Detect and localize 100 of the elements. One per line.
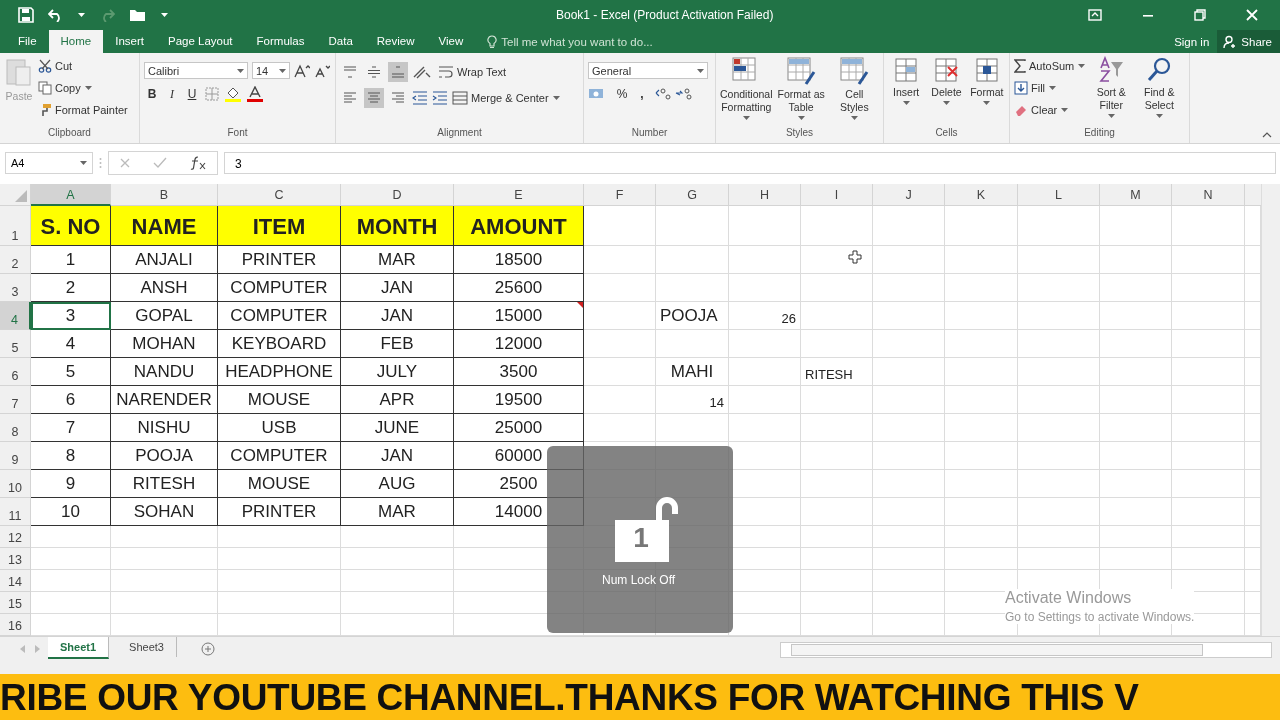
table-cell: JAN — [341, 302, 454, 330]
percent-button[interactable]: % — [614, 85, 630, 103]
column-header[interactable]: L — [1018, 184, 1100, 206]
column-header[interactable]: B — [111, 184, 218, 206]
underline-button[interactable]: U — [184, 85, 200, 103]
wrap-text-button[interactable]: Wrap Text — [438, 62, 507, 82]
table-cell: 1 — [31, 246, 111, 274]
row-header[interactable]: 10 — [0, 470, 31, 498]
group-label: Font — [226, 127, 249, 140]
sort-filter-button[interactable]: Sort & Filter — [1089, 56, 1134, 127]
font-size-field[interactable]: 14 — [252, 62, 290, 79]
fill-button[interactable]: Fill — [1014, 78, 1046, 97]
column-header[interactable]: K — [945, 184, 1018, 206]
group-label: Number — [630, 127, 669, 140]
tell-me-field[interactable]: Tell me what you want to do... — [501, 35, 702, 48]
row-header[interactable]: 11 — [0, 498, 31, 526]
row-header[interactable]: 13 — [0, 548, 31, 570]
cells-button[interactable]: Format — [968, 56, 1005, 127]
comma-button[interactable]: , — [634, 85, 650, 103]
table-cell: GOPAL — [111, 302, 218, 330]
bold-button[interactable]: B — [144, 85, 160, 103]
column-header[interactable]: H — [729, 184, 801, 206]
table-cell: JAN — [341, 274, 454, 302]
row-header[interactable]: 7 — [0, 386, 31, 414]
ribbon-tab[interactable]: View — [426, 30, 476, 53]
column-header[interactable]: M — [1100, 184, 1172, 206]
row-header[interactable]: 2 — [0, 246, 31, 274]
group-label: Cells — [934, 127, 959, 140]
row-header[interactable]: 5 — [0, 330, 31, 358]
table-cell: MOUSE — [218, 386, 341, 414]
ribbon-tab[interactable]: Insert — [103, 30, 156, 53]
table-cell: ITEM — [218, 206, 341, 246]
styles-button[interactable]: Format as Table — [776, 56, 826, 127]
row-header[interactable]: 3 — [0, 274, 31, 302]
table-cell: 2 — [31, 274, 111, 302]
table-cell: APR — [341, 386, 454, 414]
formula-field[interactable]: 3 — [224, 152, 1276, 174]
column-header[interactable]: D — [341, 184, 454, 206]
ribbon-tab[interactable]: Home — [48, 30, 104, 53]
styles-button[interactable]: Conditional Formatting — [720, 56, 773, 127]
cells-button[interactable]: Delete — [928, 56, 965, 127]
row-header[interactable]: 4 — [0, 302, 31, 330]
copy-button[interactable]: Copy — [38, 78, 81, 97]
column-header[interactable]: F — [584, 184, 656, 206]
table-cell: ANJALI — [111, 246, 218, 274]
row-header[interactable]: 6 — [0, 358, 31, 386]
column-header[interactable]: E — [454, 184, 584, 206]
row-header[interactable]: 12 — [0, 526, 31, 548]
table-cell: 4 — [31, 330, 111, 358]
row-header[interactable]: 14 — [0, 570, 31, 592]
number-format-field[interactable]: General — [588, 62, 708, 79]
key-digit: 1 — [632, 522, 650, 554]
group-label: Styles — [784, 127, 815, 140]
column-header[interactable]: J — [873, 184, 945, 206]
row-header[interactable]: 8 — [0, 414, 31, 442]
row-header[interactable]: 9 — [0, 442, 31, 470]
merge-center-button[interactable]: Merge & Center — [452, 88, 549, 108]
table-cell: PRINTER — [218, 246, 341, 274]
column-header[interactable]: A — [31, 184, 111, 206]
table-cell: RITESH — [111, 470, 218, 498]
format-painter-button[interactable]: Format Painter — [38, 100, 128, 119]
sign-in-link[interactable]: Sign in — [1166, 30, 1218, 53]
ribbon-tab[interactable]: Review — [364, 30, 427, 53]
font-name-field[interactable]: Calibri — [144, 62, 248, 79]
autosum-button[interactable]: AutoSum — [1014, 56, 1075, 75]
ribbon-tab[interactable]: File — [0, 30, 49, 53]
row-header[interactable]: 16 — [0, 614, 31, 636]
table-cell: POOJA — [656, 302, 729, 330]
table-cell: COMPUTER — [218, 302, 341, 330]
banner-text: RIBE OUR YOUTUBE CHANNEL.THANKS FOR WATCHING THIS V — [0, 674, 1280, 720]
column-header[interactable]: N — [1172, 184, 1245, 206]
num-lock-message: Num Lock Off — [602, 573, 676, 587]
italic-button[interactable]: I — [164, 85, 180, 103]
column-header[interactable]: C — [218, 184, 341, 206]
column-header[interactable]: G — [656, 184, 729, 206]
row-header[interactable]: 15 — [0, 592, 31, 614]
table-cell: JAN — [341, 442, 454, 470]
styles-button[interactable]: Cell Styles — [829, 56, 879, 127]
cells-button[interactable]: Insert — [888, 56, 925, 127]
table-cell: 6 — [31, 386, 111, 414]
sheet-tab[interactable]: Sheet1 — [48, 637, 110, 659]
share-button[interactable]: Share — [1217, 30, 1280, 53]
ribbon-tab[interactable]: Data — [316, 30, 365, 53]
group-label: Clipboard — [47, 127, 92, 140]
name-box[interactable]: A4 — [5, 152, 93, 174]
column-header[interactable]: I — [801, 184, 873, 206]
ribbon-tab[interactable]: Formulas — [244, 30, 317, 53]
table-cell: NISHU — [111, 414, 218, 442]
group-label: Alignment — [436, 127, 483, 140]
table-cell: COMPUTER — [218, 274, 341, 302]
row-header[interactable]: 1 — [0, 206, 31, 246]
table-cell: MONTH — [341, 206, 454, 246]
table-cell: JULY — [341, 358, 454, 386]
find-select-button[interactable]: Find & Select — [1137, 56, 1182, 127]
table-cell: 12000 — [454, 330, 584, 358]
cut-button[interactable]: Cut — [38, 56, 128, 75]
ribbon-tab[interactable]: Page Layout — [156, 30, 245, 53]
clear-button[interactable]: Clear — [1014, 100, 1058, 119]
table-cell: NAME — [111, 206, 218, 246]
sheet-tab[interactable]: Sheet3 — [117, 637, 177, 657]
